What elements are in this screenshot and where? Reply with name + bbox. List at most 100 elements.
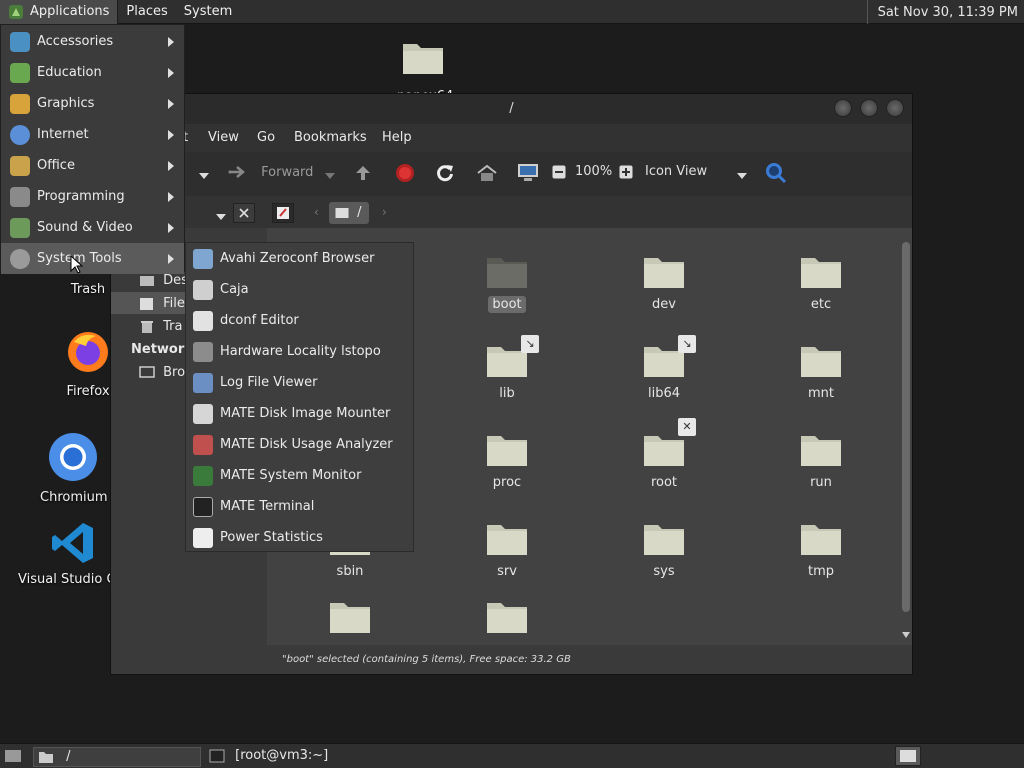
view-mode-label: Icon View xyxy=(645,164,708,179)
zoom-in-icon xyxy=(619,165,633,179)
desktop-firefox[interactable]: Firefox xyxy=(60,328,116,399)
menu-item-caja[interactable]: Caja xyxy=(186,274,413,305)
menu-item-mate-terminal[interactable]: MATE Terminal xyxy=(186,491,413,522)
zoom-out-button[interactable] xyxy=(552,165,566,183)
menu-item-office[interactable]: Office xyxy=(1,150,184,181)
folder-label: root xyxy=(650,475,678,490)
close-icon xyxy=(239,208,249,218)
show-desktop-button[interactable] xyxy=(4,748,22,768)
menu-bookmarks[interactable]: Bookmarks xyxy=(294,130,367,145)
menu-item-dconf-editor[interactable]: dconf Editor xyxy=(186,305,413,336)
menu-item-mate-system-monitor[interactable]: MATE System Monitor xyxy=(186,460,413,491)
path-forward-arrow-icon[interactable]: › xyxy=(382,205,387,219)
view-mode-select[interactable]: Icon View xyxy=(645,164,707,179)
folder-dev[interactable]: dev xyxy=(614,254,714,313)
toggle-location-button[interactable] xyxy=(272,203,294,223)
forward-button[interactable]: Forward xyxy=(227,164,313,180)
avahi-icon xyxy=(193,249,213,269)
view-mode-dropdown-arrow-icon[interactable] xyxy=(737,168,747,183)
places-menu[interactable]: Places xyxy=(118,0,175,24)
sidebar-select-arrow-icon[interactable] xyxy=(216,209,226,224)
trash-icon xyxy=(141,320,153,333)
menu-item-internet[interactable]: Internet xyxy=(1,119,184,150)
folder-label: etc xyxy=(810,297,832,312)
path-root-button[interactable]: / xyxy=(329,202,369,224)
symlink-emblem-icon: ↘ xyxy=(521,335,539,353)
close-sidebar-button[interactable] xyxy=(233,203,255,223)
sidebar-item-trash[interactable]: Tra xyxy=(139,319,182,334)
computer-button[interactable] xyxy=(516,162,540,188)
folder-lib[interactable]: lib ↘ xyxy=(457,335,557,402)
menu-item-accessories[interactable]: Accessories xyxy=(1,26,184,57)
folder-run[interactable]: run xyxy=(771,432,871,491)
menu-item-avahi-zeroconf-browser[interactable]: Avahi Zeroconf Browser xyxy=(186,243,413,274)
up-button[interactable] xyxy=(353,163,373,187)
menu-view[interactable]: View xyxy=(208,130,239,145)
forward-dropdown-arrow-icon[interactable] xyxy=(325,168,335,183)
scroll-down-arrow-icon[interactable] xyxy=(902,632,910,638)
folder-var[interactable] xyxy=(457,599,557,639)
folder-etc[interactable]: etc xyxy=(771,254,871,313)
window-titlebar[interactable]: / xyxy=(111,94,912,124)
folder-mnt[interactable]: mnt xyxy=(771,343,871,402)
system-menu[interactable]: System xyxy=(176,0,240,24)
folder-boot[interactable]: boot xyxy=(457,254,557,313)
desktop-trash[interactable]: Trash xyxy=(60,278,116,297)
vertical-scrollbar[interactable] xyxy=(902,236,910,641)
maximize-button[interactable] xyxy=(860,99,878,117)
desktop-chromium[interactable]: Chromium xyxy=(40,432,108,505)
folder-root[interactable]: root ✕ xyxy=(614,418,714,491)
menu-item-power-statistics[interactable]: Power Statistics xyxy=(186,522,413,553)
folder-srv[interactable]: srv xyxy=(457,521,557,580)
folder-proc[interactable]: proc xyxy=(457,432,557,491)
home-icon xyxy=(477,164,497,181)
back-dropdown-arrow-icon[interactable] xyxy=(199,168,209,183)
menu-item-mate-disk-usage-analyzer[interactable]: MATE Disk Usage Analyzer xyxy=(186,429,413,460)
menu-go[interactable]: Go xyxy=(257,130,275,145)
desktop-icon-label: Trash xyxy=(70,282,106,297)
menu-item-education[interactable]: Education xyxy=(1,57,184,88)
sidebar-item-browse-network[interactable]: Bro xyxy=(139,365,185,380)
menu-item-graphics[interactable]: Graphics xyxy=(1,88,184,119)
menu-item-log-file-viewer[interactable]: Log File Viewer xyxy=(186,367,413,398)
menu-item-sound-video[interactable]: Sound & Video xyxy=(1,212,184,243)
desktop-vscode[interactable]: Visual Studio Co xyxy=(18,520,112,587)
folder-usr[interactable] xyxy=(300,599,400,639)
taskbar-item-terminal[interactable]: [root@vm3:~] xyxy=(205,747,405,767)
folder-lib64[interactable]: lib64 ↘ xyxy=(614,335,714,402)
menu-item-programming[interactable]: Programming xyxy=(1,181,184,212)
forward-arrow-icon xyxy=(228,166,245,178)
taskbar-item-file-manager[interactable]: / xyxy=(33,747,201,767)
scrollbar-thumb[interactable] xyxy=(902,242,910,612)
office-icon xyxy=(10,156,30,176)
home-button[interactable] xyxy=(476,163,498,187)
applications-menu[interactable]: Applications xyxy=(0,0,119,24)
desktop-folder-nanox64[interactable]: nanox64 xyxy=(395,38,453,99)
clock[interactable]: Sat Nov 30, 11:39 PM xyxy=(866,0,1024,24)
search-button[interactable] xyxy=(765,162,787,188)
minimize-button[interactable] xyxy=(834,99,852,117)
folder-tmp[interactable]: tmp xyxy=(771,521,871,580)
folder-sys[interactable]: sys xyxy=(614,521,714,580)
zoom-in-button[interactable] xyxy=(619,165,633,183)
menu-item-label: Power Statistics xyxy=(220,530,323,545)
reload-button[interactable] xyxy=(435,163,455,187)
menu-item-system-tools[interactable]: System Tools xyxy=(1,243,184,274)
sidebar-item-desktop[interactable]: Des xyxy=(139,273,188,288)
menu-item-hardware-locality-lstopo[interactable]: Hardware Locality lstopo xyxy=(186,336,413,367)
zoom-level[interactable]: 100% xyxy=(575,164,612,179)
workspace-switcher[interactable] xyxy=(895,746,921,766)
system-tools-gear-icon xyxy=(10,249,30,269)
folder-icon xyxy=(330,603,370,633)
path-back-arrow-icon[interactable]: ‹ xyxy=(314,205,319,219)
sound-video-icon xyxy=(10,218,30,238)
menu-item-label: Programming xyxy=(37,189,125,204)
close-button[interactable] xyxy=(886,99,904,117)
submenu-arrow-icon xyxy=(168,223,174,233)
menu-item-mate-disk-image-mounter[interactable]: MATE Disk Image Mounter xyxy=(186,398,413,429)
folder-icon xyxy=(644,436,684,466)
stop-button[interactable] xyxy=(395,163,415,187)
folder-icon xyxy=(801,525,841,555)
menu-help[interactable]: Help xyxy=(382,130,412,145)
clock-label: Sat Nov 30, 11:39 PM xyxy=(877,4,1018,20)
